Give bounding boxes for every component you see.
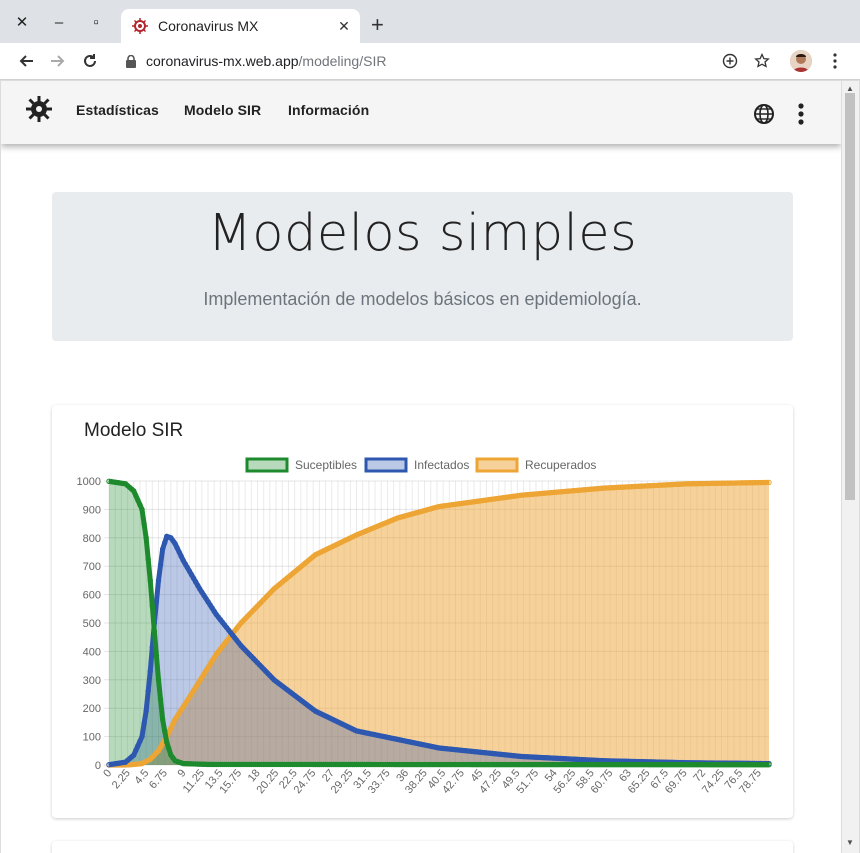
y-tick-label: 400 [83, 646, 101, 658]
reload-icon[interactable] [79, 50, 101, 72]
nav-link-modelo-sir[interactable]: Modelo SIR [184, 102, 261, 118]
hero-jumbotron: Modelos simples Implementación de modelo… [52, 192, 793, 341]
browser-menu-icon[interactable] [824, 50, 846, 72]
legend-swatch-1 [364, 457, 408, 473]
bookmark-star-icon[interactable] [751, 50, 773, 72]
site-navbar: Estadísticas Modelo SIR Información [1, 81, 841, 144]
y-tick-label: 1000 [77, 476, 101, 488]
x-tick-label: 11.25 [181, 767, 207, 795]
next-card [52, 841, 793, 853]
virus-logo-icon[interactable] [24, 94, 54, 124]
sir-chart[interactable]: 0100200300400500600700800900100002.25 4.5… [52, 405, 793, 818]
url-path: /modeling/SIR [298, 53, 387, 69]
page-viewport: Estadísticas Modelo SIR Información Mode… [1, 81, 841, 853]
y-tick-label: 600 [83, 590, 101, 602]
window-close-icon[interactable]: ✕ [10, 10, 34, 34]
legend-label-2: Recuperados [525, 458, 596, 472]
back-arrow-icon[interactable] [15, 50, 37, 72]
tab-close-icon[interactable]: ✕ [336, 18, 352, 34]
new-tab-icon[interactable]: + [371, 14, 384, 36]
scroll-down-arrow-icon[interactable]: ▼ [846, 838, 854, 847]
sir-model-card: Modelo SIR 0 100 200 300 400 500 600 700 800 900 1… [52, 405, 793, 818]
legend-swatch-0 [245, 457, 289, 473]
y-tick-label: 300 [83, 675, 101, 687]
profile-avatar[interactable] [790, 50, 812, 72]
virus-favicon-icon [132, 18, 148, 34]
legend-label-1: Infectados [414, 458, 469, 472]
address-bar: coronavirus-mx.web.app/modeling/SIR [0, 43, 860, 80]
x-tick-label: 9 [175, 767, 188, 779]
nav-link-estadisticas[interactable]: Estadísticas [76, 102, 159, 118]
hero-title: Modelos simples [207, 204, 638, 263]
scroll-up-arrow-icon[interactable]: ▲ [846, 84, 854, 93]
more-options-icon[interactable] [796, 103, 806, 125]
x-tick-label: 2.25 [110, 767, 133, 791]
legend-swatch-2 [475, 457, 519, 473]
y-tick-label: 800 [83, 533, 101, 545]
x-tick-label: 0 [101, 767, 114, 779]
y-tick-label: 900 [83, 504, 101, 516]
browser-tab[interactable]: Coronavirus MX ✕ [121, 9, 360, 43]
lock-icon [126, 54, 136, 68]
y-tick-label: 0 [95, 760, 101, 772]
window-maximize-icon[interactable]: ▫ [84, 10, 108, 34]
window-minimize-icon[interactable]: – [47, 10, 71, 34]
y-tick-label: 700 [83, 561, 101, 573]
x-tick-label: 6.75 [147, 767, 170, 791]
tab-title: Coronavirus MX [158, 18, 259, 34]
url-host: coronavirus-mx.web.app [146, 53, 299, 69]
y-tick-label: 200 [83, 703, 101, 715]
nav-link-informacion[interactable]: Información [288, 102, 369, 118]
y-tick-label: 500 [83, 618, 101, 630]
forward-arrow-icon[interactable] [47, 50, 69, 72]
y-tick-label: 100 [83, 732, 101, 744]
install-app-icon[interactable] [719, 50, 741, 72]
legend-label-0: Suceptibles [295, 458, 357, 472]
globe-language-icon[interactable] [753, 103, 775, 125]
browser-tabstrip: ✕ – ▫ Coronavirus MX ✕ + [0, 0, 860, 43]
url-field[interactable]: coronavirus-mx.web.app/modeling/SIR [126, 53, 386, 69]
scrollbar-thumb[interactable] [845, 93, 855, 500]
hero-subtitle: Implementación de modelos básicos en epi… [203, 289, 642, 309]
